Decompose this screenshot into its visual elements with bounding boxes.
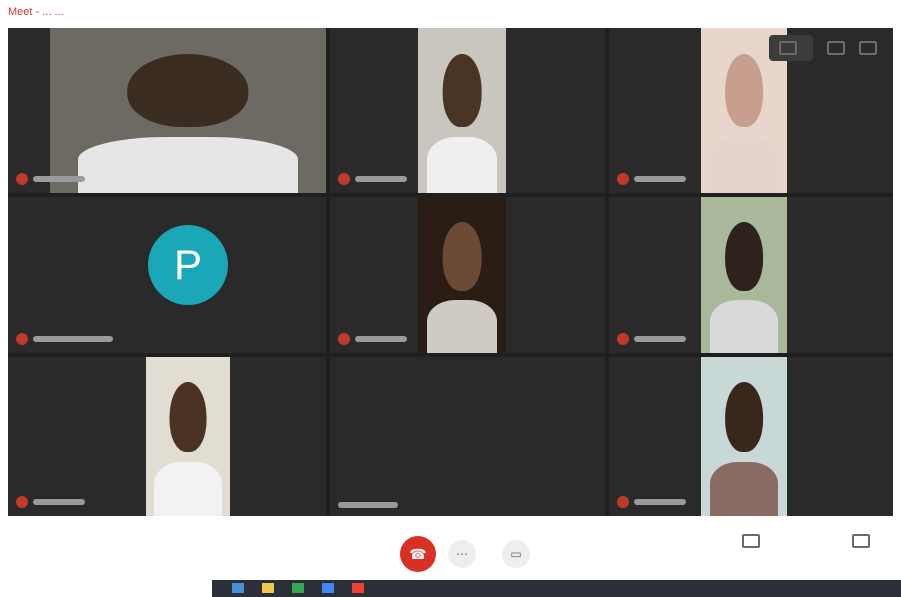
taskbar-app-icon[interactable] — [322, 583, 334, 593]
mic-off-icon — [617, 496, 629, 508]
mic-off-icon — [338, 173, 350, 185]
participant-shirt — [426, 136, 498, 193]
chat-button[interactable] — [852, 534, 870, 552]
participant-name — [634, 499, 686, 505]
taskbar-app-icon[interactable] — [232, 583, 244, 593]
participant-tile[interactable] — [330, 357, 605, 516]
participant-label — [338, 173, 407, 185]
top-right-controls — [611, 28, 901, 68]
people-icon — [742, 534, 760, 548]
participant-label — [16, 173, 85, 185]
mic-off-icon — [617, 333, 629, 345]
end-call-icon: ☎ — [409, 545, 427, 562]
present-icon — [779, 41, 797, 55]
present-indicator[interactable] — [769, 35, 813, 61]
more-options-button[interactable]: ⋯ — [448, 540, 476, 568]
chat-icon — [852, 534, 870, 548]
participant-name — [33, 176, 85, 182]
participant-tile[interactable] — [8, 357, 326, 516]
participant-label — [16, 333, 113, 345]
participant-name — [338, 502, 398, 508]
participant-label — [338, 502, 398, 508]
mic-off-icon — [16, 173, 28, 185]
participant-head — [127, 54, 249, 127]
participant-camera — [418, 28, 506, 193]
end-call-button[interactable]: ☎ — [400, 536, 436, 572]
participant-camera — [146, 357, 230, 516]
participant-head — [442, 54, 482, 127]
participant-label — [16, 496, 85, 508]
participant-camera — [701, 357, 787, 516]
mic-off-icon — [617, 173, 629, 185]
participant-name — [355, 336, 407, 342]
participant-tile[interactable] — [330, 197, 605, 353]
participant-tile[interactable]: P — [8, 197, 326, 353]
participant-camera — [701, 197, 787, 353]
participant-head — [725, 221, 763, 291]
participant-camera — [50, 28, 326, 193]
window-titlebar: Meet - ... ... — [0, 0, 901, 28]
participant-head — [169, 382, 207, 453]
participant-shirt — [426, 299, 498, 353]
taskbar-app-icon[interactable] — [262, 583, 274, 593]
participant-camera — [418, 197, 506, 353]
participant-label — [338, 333, 407, 345]
tab-title[interactable]: Meet - ... ... — [8, 6, 64, 18]
mic-off-icon — [338, 333, 350, 345]
participant-shirt — [77, 136, 299, 193]
captions-button[interactable]: ▭ — [502, 540, 530, 568]
chat-icon[interactable] — [859, 41, 877, 55]
mic-off-icon — [16, 333, 28, 345]
participant-name — [355, 176, 407, 182]
participant-shirt — [154, 461, 222, 516]
participant-shirt — [709, 461, 779, 516]
captions-icon: ▭ — [510, 547, 522, 561]
people-icon[interactable] — [827, 41, 845, 55]
more-icon: ⋯ — [456, 547, 468, 561]
participant-tile[interactable] — [609, 357, 893, 516]
participant-label — [617, 496, 686, 508]
participant-name — [634, 336, 686, 342]
meeting-controls-bar: ☎ ⋯ ▭ — [0, 516, 901, 574]
participant-name — [33, 499, 85, 505]
participant-label — [617, 173, 686, 185]
meeting-grid: P — [8, 28, 893, 516]
people-button[interactable] — [742, 534, 760, 552]
taskbar-app-icon[interactable] — [352, 583, 364, 593]
os-taskbar — [0, 574, 901, 597]
participant-tile[interactable] — [609, 197, 893, 353]
participant-head — [442, 221, 482, 291]
participant-shirt — [709, 136, 779, 193]
participant-name — [634, 176, 686, 182]
participant-tile[interactable] — [330, 28, 605, 193]
participant-label — [617, 333, 686, 345]
avatar-letter: P — [173, 241, 202, 288]
participant-avatar: P — [148, 225, 228, 305]
participant-shirt — [709, 299, 779, 353]
participant-name — [33, 336, 113, 342]
taskbar-strip — [212, 580, 901, 597]
taskbar-app-icon[interactable] — [292, 583, 304, 593]
participant-tile[interactable] — [8, 28, 326, 193]
participant-head — [725, 382, 763, 453]
mic-off-icon — [16, 496, 28, 508]
